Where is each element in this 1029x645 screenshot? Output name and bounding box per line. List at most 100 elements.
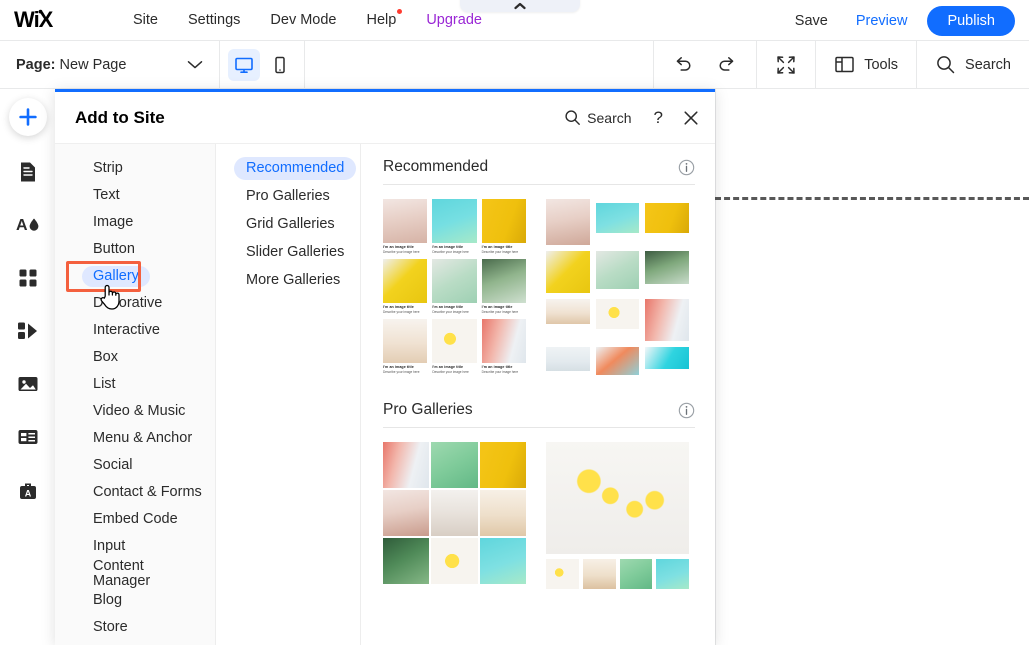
captioned-grid-preview: I'm an image title Describe your image h… <box>383 199 526 374</box>
category-item-embed-code[interactable]: Embed Code <box>55 506 215 533</box>
undo-icon <box>676 56 691 71</box>
help-notification-dot <box>397 9 403 14</box>
gallery-cell: I'm an image title Describe your image h… <box>432 319 477 374</box>
thumb-caption-title: I'm an image title <box>383 245 414 249</box>
category-label: Social <box>93 457 133 474</box>
topnav-label: Dev Mode <box>270 12 337 28</box>
panel-close-button[interactable] <box>683 110 699 126</box>
category-item-decorative[interactable]: Decorative <box>55 290 215 317</box>
undo-button[interactable] <box>668 50 698 80</box>
zoom-out-button[interactable] <box>756 40 815 89</box>
wix-logo[interactable]: WiX <box>14 8 72 32</box>
category-item-strip[interactable]: Strip <box>55 155 215 182</box>
thumb-image <box>431 490 478 536</box>
save-button[interactable]: Save <box>781 13 842 29</box>
top-bar-actions: Save Preview Publish <box>781 0 1015 41</box>
panel-help-button[interactable]: ? <box>654 109 663 126</box>
editor-canvas[interactable] <box>715 89 1029 645</box>
thumb-image <box>481 199 526 243</box>
mobile-view-button[interactable] <box>264 49 296 81</box>
tools-button[interactable]: Tools <box>815 40 916 89</box>
thumb-image-main <box>546 442 689 554</box>
category-label: Input <box>93 538 126 555</box>
sidebar-item-pages[interactable] <box>8 152 48 192</box>
layout-panel-icon <box>835 56 854 73</box>
category-item-button[interactable]: Button <box>55 236 215 263</box>
category-item-text[interactable]: Text <box>55 182 215 209</box>
thumb-caption-desc: Describe your image here <box>432 250 469 254</box>
sidebar-item-apps[interactable] <box>8 258 48 298</box>
category-item-contact-forms[interactable]: Contact & Forms <box>55 479 215 506</box>
thumb-image <box>546 559 579 589</box>
thumb-image <box>656 559 689 589</box>
category-label: List <box>93 376 116 393</box>
thumb-caption-title: I'm an image title <box>481 245 513 249</box>
thumb-image <box>432 259 477 303</box>
wix-editor-window: WiX Site Settings Dev Mode Help Upgrade <box>0 0 1029 645</box>
category-item-image[interactable]: Image <box>55 209 215 236</box>
subcategory-item-grid-galleries[interactable]: Grid Galleries <box>216 211 360 238</box>
thumb-caption-desc: Describe your image here <box>432 370 469 374</box>
thumb-image <box>479 442 526 488</box>
sidebar-item-media[interactable] <box>8 364 48 404</box>
topnav-label: Upgrade <box>426 12 482 28</box>
category-item-video-music[interactable]: Video & Music <box>55 398 215 425</box>
collapse-toolbar-chip[interactable] <box>460 0 580 12</box>
editor-toolbar: Page: New Page Tools Search <box>0 40 1029 89</box>
gallery-cell: I'm an image title Describe your image h… <box>481 199 526 254</box>
topnav-item-site[interactable]: Site <box>118 12 173 28</box>
category-item-store[interactable]: Store <box>55 614 215 641</box>
topnav-item-upgrade[interactable]: Upgrade <box>411 12 497 28</box>
publish-button[interactable]: Publish <box>927 5 1015 36</box>
category-item-gallery[interactable]: Gallery <box>55 263 215 290</box>
subcategory-item-pro-galleries[interactable]: Pro Galleries <box>216 183 360 210</box>
category-item-list[interactable]: List <box>55 371 215 398</box>
category-label: Decorative <box>93 295 163 312</box>
page-selector[interactable]: Page: New Page <box>0 40 220 89</box>
category-item-box[interactable]: Box <box>55 344 215 371</box>
tight-grid-preview <box>383 442 526 584</box>
category-item-social[interactable]: Social <box>55 452 215 479</box>
info-icon[interactable] <box>678 159 695 176</box>
sidebar-item-business-tools[interactable]: A <box>8 470 48 510</box>
sidebar-item-theme-design[interactable]: A <box>8 205 48 245</box>
subcategory-item-slider-galleries[interactable]: Slider Galleries <box>216 239 360 266</box>
gallery-card-grid-with-captions[interactable]: I'm an image title Describe your image h… <box>383 199 526 375</box>
thumb-image <box>431 538 478 584</box>
sidebar-item-add-elements[interactable] <box>8 98 47 136</box>
topnav-item-help[interactable]: Help <box>352 9 412 28</box>
preview-button[interactable]: Preview <box>842 13 922 29</box>
panel-search-button[interactable]: Search <box>564 109 632 126</box>
page-icon <box>20 162 35 182</box>
sidebar-item-blog[interactable] <box>8 417 48 457</box>
subcategory-item-recommended[interactable]: Recommended <box>216 155 360 182</box>
sidebar-item-add-ons[interactable] <box>8 311 48 351</box>
category-item-interactive[interactable]: Interactive <box>55 317 215 344</box>
svg-text:A: A <box>24 488 31 498</box>
subcategory-item-more-galleries[interactable]: More Galleries <box>216 267 360 294</box>
puzzle-icon <box>17 322 37 339</box>
top-nav: Site Settings Dev Mode Help Upgrade <box>118 9 497 28</box>
gallery-card-pro-slider[interactable] <box>546 442 689 589</box>
gallery-card-masonry[interactable] <box>546 199 689 375</box>
redo-button[interactable] <box>712 50 742 80</box>
subcategory-list: Recommended Pro Galleries Grid Galleries… <box>216 144 361 645</box>
topnav-label: Site <box>133 12 158 28</box>
thumb-image <box>595 347 640 375</box>
category-item-content-manager[interactable]: Content Manager <box>55 559 215 588</box>
category-item-menu-anchor[interactable]: Menu & Anchor <box>55 425 215 452</box>
desktop-view-button[interactable] <box>228 48 260 81</box>
section-rule <box>383 427 695 428</box>
section-title: Pro Galleries <box>383 401 473 418</box>
thumb-image <box>619 559 653 589</box>
topnav-item-settings[interactable]: Settings <box>173 12 255 28</box>
category-list: Strip Text Image Button Gallery Decorati… <box>55 144 216 645</box>
page-selector-label: Page: New Page <box>16 57 126 73</box>
thumb-image <box>645 299 689 341</box>
info-icon[interactable] <box>678 402 695 419</box>
editor-search-button[interactable]: Search <box>916 40 1029 89</box>
thumb-image <box>546 299 590 324</box>
category-item-blog[interactable]: Blog <box>55 587 215 614</box>
topnav-item-dev-mode[interactable]: Dev Mode <box>255 12 351 28</box>
gallery-card-pro-grid[interactable] <box>383 442 526 589</box>
